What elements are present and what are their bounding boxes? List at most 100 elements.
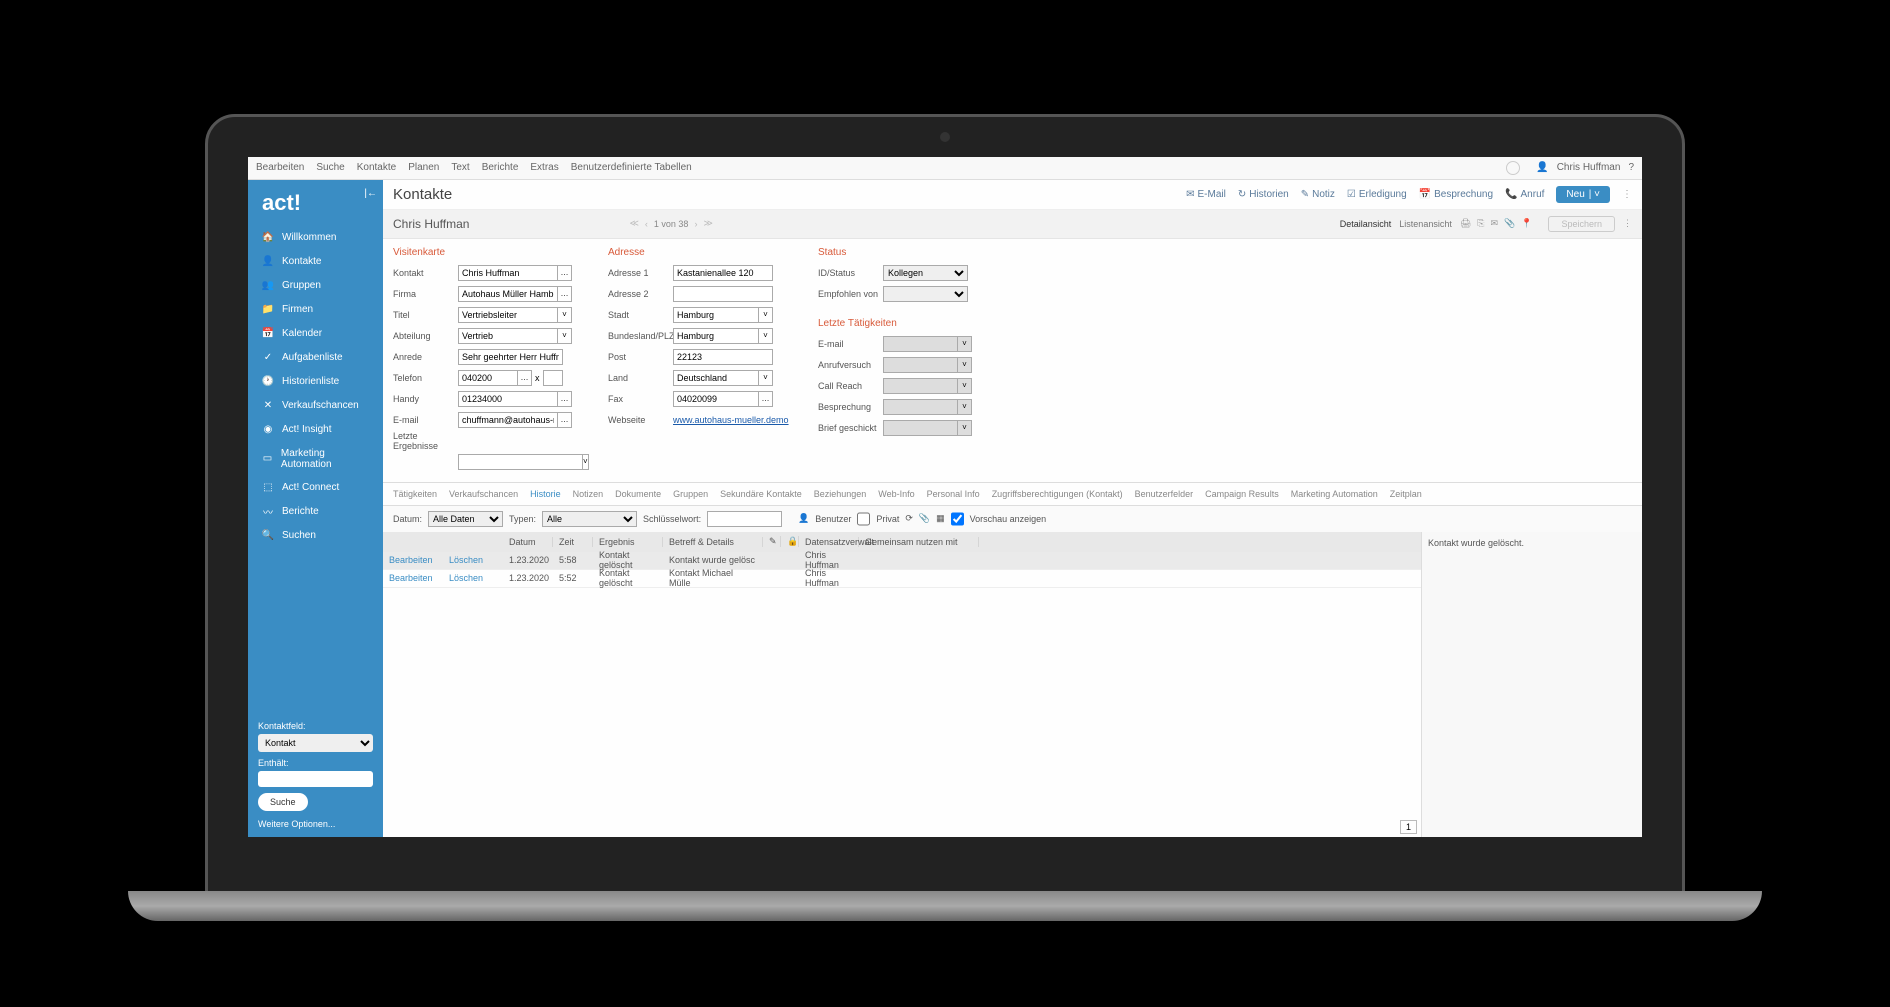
tab-personalinfo[interactable]: Personal Info — [927, 489, 980, 499]
tab-benutzerfelder[interactable]: Benutzerfelder — [1135, 489, 1194, 499]
attach-icon-2[interactable]: 📎 — [919, 513, 930, 524]
table-row[interactable]: BearbeitenLöschen1.23.20205:58Kontakt ge… — [383, 552, 1421, 570]
kontaktfeld-select[interactable]: Kontakt — [258, 734, 373, 752]
col-header[interactable]: Gemeinsam nutzen mit — [859, 537, 979, 547]
sidebar-item-marketingautomation[interactable]: ▭Marketing Automation — [248, 442, 383, 476]
anruf-action[interactable]: 📞 Anruf — [1505, 189, 1544, 200]
privat-check[interactable] — [857, 511, 870, 527]
menu-extras[interactable]: Extras — [530, 162, 558, 173]
kontakt-dd[interactable]: … — [558, 265, 572, 281]
handy-input[interactable] — [458, 391, 558, 407]
more-options[interactable]: Weitere Optionen... — [258, 819, 373, 829]
stadt-input[interactable] — [673, 307, 759, 323]
telefon-input[interactable] — [458, 370, 518, 386]
sidebar-item-historienliste[interactable]: 🕐Historienliste — [248, 370, 383, 394]
more-icon[interactable]: ⋮ — [1622, 189, 1632, 200]
cal-icon[interactable]: ▦ — [936, 513, 945, 524]
sidebar-item-actconnect[interactable]: ⬚Act! Connect — [248, 476, 383, 500]
tab-verkaufschancen[interactable]: Verkaufschancen — [449, 489, 518, 499]
more-icon-2[interactable]: ⋮ — [1623, 218, 1632, 229]
detail-view[interactable]: Detailansicht — [1340, 219, 1392, 229]
search-icon[interactable] — [1506, 161, 1520, 175]
print-icon[interactable]: 🖨 — [1460, 218, 1471, 229]
col-header[interactable]: Datum — [503, 537, 553, 547]
lt-call[interactable] — [883, 378, 958, 394]
erledigung-action[interactable]: ☑ Erledigung — [1347, 189, 1407, 200]
email-action[interactable]: ✉ E-Mail — [1186, 189, 1226, 200]
menu-berichte[interactable]: Berichte — [482, 162, 519, 173]
sidebar-item-kontakte[interactable]: 👤Kontakte — [248, 250, 383, 274]
pin-icon[interactable]: 📍 — [1521, 218, 1532, 229]
tab-dokumente[interactable]: Dokumente — [615, 489, 661, 499]
telefon-ext[interactable] — [543, 370, 563, 386]
lt-anruf[interactable] — [883, 357, 958, 373]
idstatus-select[interactable]: Kollegen — [883, 265, 968, 281]
col-header[interactable]: Datensatzverwalt — [799, 537, 859, 547]
sidebar-item-gruppen[interactable]: 👥Gruppen — [248, 274, 383, 298]
sidebar-item-berichte[interactable]: 〰Berichte — [248, 500, 383, 524]
attach-icon[interactable]: 📎 — [1504, 218, 1515, 229]
tab-zeitplan[interactable]: Zeitplan — [1390, 489, 1422, 499]
suche-button[interactable]: Suche — [258, 793, 308, 811]
pager-next-icon[interactable]: › — [694, 219, 697, 229]
refresh-icon[interactable]: ⟳ — [905, 513, 913, 524]
tab-gruppen[interactable]: Gruppen — [673, 489, 708, 499]
tab-ttigkeiten[interactable]: Tätigkeiten — [393, 489, 437, 499]
key-filter[interactable] — [707, 511, 782, 527]
col-header[interactable]: ✎ — [763, 536, 781, 547]
collapse-icon[interactable]: |← — [364, 188, 377, 199]
land-input[interactable] — [673, 370, 759, 386]
plz-input[interactable] — [673, 328, 759, 344]
web-link[interactable]: www.autohaus-mueller.demo — [673, 415, 789, 425]
titel-dd[interactable]: ˅ — [558, 307, 572, 323]
firma-input[interactable] — [458, 286, 558, 302]
fax-input[interactable] — [673, 391, 759, 407]
tab-webinfo[interactable]: Web-Info — [878, 489, 914, 499]
sidebar-item-firmen[interactable]: 📁Firmen — [248, 298, 383, 322]
col-header[interactable]: 🔒 — [781, 536, 799, 547]
menu-benutzerdefinierte tabellen[interactable]: Benutzerdefinierte Tabellen — [571, 162, 692, 173]
menu-text[interactable]: Text — [451, 162, 469, 173]
col-header[interactable]: Betreff & Details — [663, 537, 763, 547]
historien-action[interactable]: ↻ Historien — [1238, 189, 1289, 200]
datum-filter[interactable]: Alle Daten — [428, 511, 503, 527]
lt-email[interactable] — [883, 336, 958, 352]
mail-icon[interactable]: ✉ — [1490, 218, 1498, 229]
menu-bearbeiten[interactable]: Bearbeiten — [256, 162, 304, 173]
sidebar-item-actinsight[interactable]: ◉Act! Insight — [248, 418, 383, 442]
preview-check[interactable] — [951, 511, 964, 527]
abteilung-dd[interactable]: ˅ — [558, 328, 572, 344]
titel-input[interactable] — [458, 307, 558, 323]
neu-button[interactable]: Neu | ˅ — [1556, 186, 1610, 203]
anrede-input[interactable] — [458, 349, 563, 365]
lt-besp[interactable] — [883, 399, 958, 415]
sidebar-item-kalender[interactable]: 📅Kalender — [248, 322, 383, 346]
lt-brief[interactable] — [883, 420, 958, 436]
page-number[interactable]: 1 — [1400, 820, 1417, 834]
adresse2-input[interactable] — [673, 286, 773, 302]
kontakt-input[interactable] — [458, 265, 558, 281]
copy-icon[interactable]: ⎘ — [1477, 218, 1484, 229]
firma-dd[interactable]: … — [558, 286, 572, 302]
sidebar-item-suchen[interactable]: 🔍Suchen — [248, 524, 383, 548]
letzte-input[interactable] — [458, 454, 583, 470]
tab-beziehungen[interactable]: Beziehungen — [814, 489, 867, 499]
user-name[interactable]: Chris Huffman — [1557, 162, 1621, 173]
sidebar-item-aufgabenliste[interactable]: ✓Aufgabenliste — [248, 346, 383, 370]
tab-campaignresults[interactable]: Campaign Results — [1205, 489, 1279, 499]
pager-last-icon[interactable]: ≫ — [703, 218, 712, 229]
list-view[interactable]: Listenansicht — [1399, 219, 1452, 229]
tab-historie[interactable]: Historie — [530, 489, 561, 499]
help-icon[interactable]: ? — [1628, 162, 1634, 173]
abteilung-input[interactable] — [458, 328, 558, 344]
tab-notizen[interactable]: Notizen — [573, 489, 604, 499]
tab-marketingautomation[interactable]: Marketing Automation — [1291, 489, 1378, 499]
sidebar-item-willkommen[interactable]: 🏠Willkommen — [248, 226, 383, 250]
menu-suche[interactable]: Suche — [316, 162, 344, 173]
adresse1-input[interactable] — [673, 265, 773, 281]
enthaelt-input[interactable] — [258, 771, 373, 787]
post-input[interactable] — [673, 349, 773, 365]
sidebar-item-verkaufschancen[interactable]: ✕Verkaufschancen — [248, 394, 383, 418]
col-header[interactable]: Zeit — [553, 537, 593, 547]
notiz-action[interactable]: ✎ Notiz — [1301, 189, 1335, 200]
